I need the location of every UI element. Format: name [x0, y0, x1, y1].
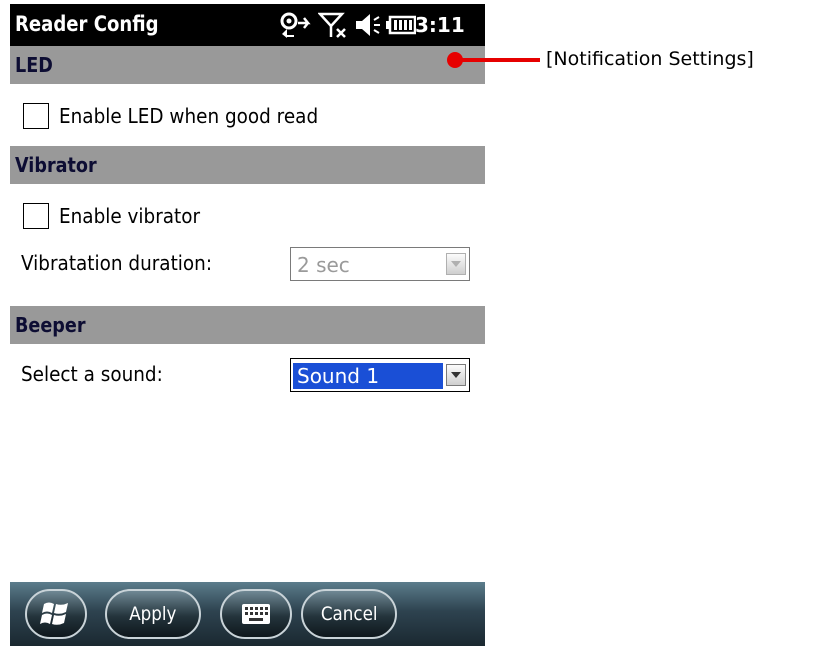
callout-dot [447, 52, 463, 68]
sound-select-value: Sound 1 [293, 363, 443, 389]
callout-line [458, 58, 540, 62]
dropdown-arrow-icon[interactable] [446, 364, 466, 386]
apply-button-label: Apply [129, 603, 177, 625]
enable-led-checkbox[interactable] [23, 103, 49, 129]
app-title: Reader Config [15, 12, 159, 36]
start-button[interactable] [25, 589, 87, 639]
sound-select[interactable]: Sound 1 [290, 358, 470, 392]
section-title: LED [15, 53, 53, 77]
cancel-button-label: Cancel [320, 603, 378, 625]
vibration-duration-select[interactable]: 2 sec [290, 247, 470, 281]
windows-start-icon [40, 602, 68, 625]
section-header-beeper: Beeper [10, 306, 485, 344]
keyboard-icon [242, 604, 270, 624]
apply-button[interactable]: Apply [105, 589, 201, 639]
enable-vibrator-checkbox[interactable] [23, 203, 49, 229]
enable-vibrator-label[interactable]: Enable vibrator [59, 204, 200, 228]
section-title: Vibrator [15, 153, 97, 177]
cancel-button[interactable]: Cancel [301, 589, 397, 639]
no-signal-icon [318, 12, 346, 38]
section-header-led: LED [10, 46, 485, 84]
clock: 3:11 [415, 13, 465, 37]
dropdown-arrow-icon[interactable] [446, 253, 466, 275]
sync-icon [280, 12, 311, 38]
section-header-vibrator: Vibrator [10, 146, 485, 184]
battery-icon [386, 15, 416, 35]
section-title: Beeper [15, 313, 86, 337]
menu-bar: Apply Cancel [10, 582, 485, 646]
status-bar: Reader Config 3:11 [10, 4, 485, 46]
vibration-duration-label: Vibratation duration: [21, 251, 213, 275]
enable-led-label[interactable]: Enable LED when good read [59, 104, 318, 128]
volume-icon [356, 14, 380, 36]
select-sound-label: Select a sound: [21, 362, 163, 386]
vibration-duration-value: 2 sec [297, 253, 350, 277]
device-screen: Reader Config 3:11 LED Enable LED when g… [10, 4, 485, 646]
callout-label: [Notification Settings] [546, 48, 754, 70]
keyboard-button[interactable] [220, 589, 292, 639]
